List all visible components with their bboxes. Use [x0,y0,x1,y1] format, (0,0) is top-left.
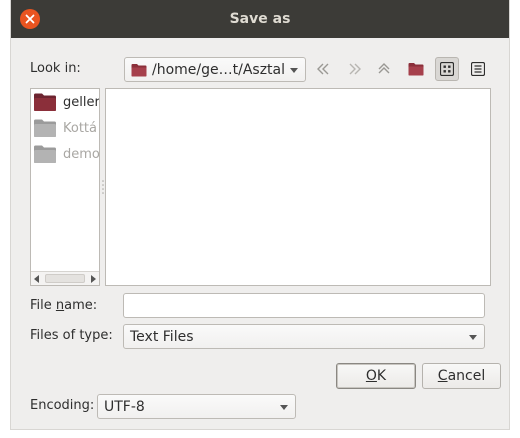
list-view-button[interactable] [466,57,490,81]
sidebar-item-label: geller [63,94,99,110]
scroll-left-icon[interactable] [34,275,39,283]
list-view-icon [471,62,485,76]
file-list[interactable] [105,88,491,286]
window-title: Save as [229,11,291,27]
folder-icon [34,145,56,163]
chevron-down-icon [280,404,288,410]
icon-view-button[interactable] [435,57,459,81]
sidebar-item-home[interactable]: geller [33,91,99,113]
places-sidebar[interactable]: geller Kottá demo [30,88,100,286]
back-icon [317,63,329,75]
title-bar: Save as [11,0,509,38]
ok-button[interactable]: OK [336,363,416,389]
look-in-path: /home/ge…t/Asztal [152,61,286,78]
encoding-combo[interactable]: UTF-8 [97,394,296,419]
folder-icon [131,63,147,76]
chevron-down-icon [469,334,477,340]
new-folder-icon [408,63,424,76]
parent-directory-icon [378,63,390,74]
file-name-input[interactable] [123,293,485,318]
sidebar-item-kotta[interactable]: Kottá [33,117,99,139]
folder-icon [34,93,56,111]
close-icon [25,14,35,24]
scroll-right-icon[interactable] [91,275,96,283]
sidebar-item-demo[interactable]: demo [33,143,99,165]
forward-icon [349,63,361,75]
file-type-value: Text Files [130,328,194,345]
folder-icon [34,119,56,137]
file-type-combo[interactable]: Text Files [123,324,485,349]
sidebar-item-label: demo [63,146,99,162]
horizontal-scrollbar[interactable] [31,271,99,285]
save-as-dialog: Save as Look in: /home/ge…t/Asztal gelle… [10,0,510,430]
cancel-button[interactable]: Cancel [422,363,501,389]
file-name-label: File name: [30,298,98,313]
scrollbar-thumb[interactable] [45,274,85,283]
look-in-combo[interactable]: /home/ge…t/Asztal [124,57,306,82]
encoding-value: UTF-8 [104,398,145,415]
splitter-grip-icon [101,180,104,194]
forward-button[interactable] [342,57,366,81]
close-button[interactable] [20,9,40,29]
encoding-label: Encoding: [30,398,95,413]
sidebar-item-label: Kottá [63,120,97,136]
back-button[interactable] [312,57,336,81]
look-in-label: Look in: [30,61,81,76]
icon-view-icon [440,62,454,76]
file-type-label: Files of type: [30,328,113,343]
parent-directory-button[interactable] [372,57,396,81]
new-folder-button[interactable] [404,57,428,81]
chevron-down-icon [290,67,298,73]
